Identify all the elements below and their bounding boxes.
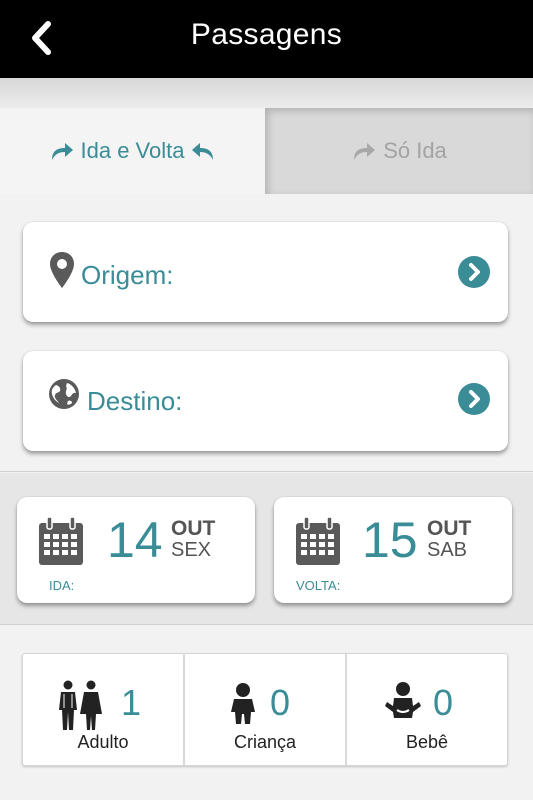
trip-type-tabs: Ida e Volta Só Ida xyxy=(0,108,533,194)
header-divider xyxy=(0,78,533,108)
return-date-card[interactable]: 15 OUT SAB VOLTA: xyxy=(274,497,512,603)
calendar-icon xyxy=(39,516,83,565)
dates-panel: 14 OUT SEX IDA: 15 OUT SAB VOLTA: xyxy=(0,473,533,625)
departure-caption: IDA: xyxy=(49,578,75,593)
chevron-right-circle-icon xyxy=(469,263,480,281)
reply-icon xyxy=(192,143,214,160)
chevron-right-circle-icon xyxy=(469,390,480,408)
baby-counter[interactable]: 0 Bebê xyxy=(347,654,507,765)
tab-one-way-label: Só Ida xyxy=(383,138,447,163)
departure-weekday: SEX xyxy=(171,539,212,561)
adult-counter[interactable]: 1 Adulto xyxy=(23,654,185,765)
baby-label: Bebê xyxy=(405,732,449,752)
map-pin-icon xyxy=(50,252,74,288)
page-title: Passagens xyxy=(190,18,343,51)
top-bar: Passagens xyxy=(0,0,533,78)
origin-label: Origem: xyxy=(81,260,174,290)
adults-couple-icon xyxy=(59,680,102,730)
child-label: Criança xyxy=(233,732,297,752)
return-caption: VOLTA: xyxy=(296,578,341,593)
return-month: OUT xyxy=(427,517,472,540)
tab-one-way[interactable]: Só Ida xyxy=(265,108,533,194)
tab-round-trip-label: Ida e Volta xyxy=(80,138,185,163)
destination-label: Destino: xyxy=(87,386,183,416)
origin-field[interactable]: Origem: xyxy=(23,222,508,322)
share-forward-icon xyxy=(354,143,376,160)
departure-day: 14 xyxy=(107,512,163,568)
tab-round-trip[interactable]: Ida e Volta xyxy=(0,108,265,194)
return-day: 15 xyxy=(362,512,418,568)
origin-go-button[interactable] xyxy=(458,256,490,288)
destination-go-button[interactable] xyxy=(458,383,490,415)
baby-count: 0 xyxy=(433,682,454,723)
passengers-panel: 1 Adulto 0 Criança 0 Bebê xyxy=(0,626,533,800)
departure-date-card[interactable]: 14 OUT SEX IDA: xyxy=(17,497,255,603)
passengers-selector: 1 Adulto 0 Criança 0 Bebê xyxy=(22,653,508,766)
adult-count: 1 xyxy=(121,682,142,723)
child-icon xyxy=(231,683,255,724)
baby-icon xyxy=(385,682,421,718)
child-count: 0 xyxy=(270,682,291,723)
return-weekday: SAB xyxy=(427,539,468,561)
child-counter[interactable]: 0 Criança xyxy=(185,654,347,765)
adult-label: Adulto xyxy=(77,732,129,752)
globe-icon xyxy=(49,379,79,409)
destination-field[interactable]: Destino: xyxy=(23,351,508,451)
share-forward-icon xyxy=(51,143,73,160)
calendar-icon xyxy=(296,516,340,565)
departure-month: OUT xyxy=(171,517,216,540)
route-panel: Origem: Destino: xyxy=(0,194,533,472)
